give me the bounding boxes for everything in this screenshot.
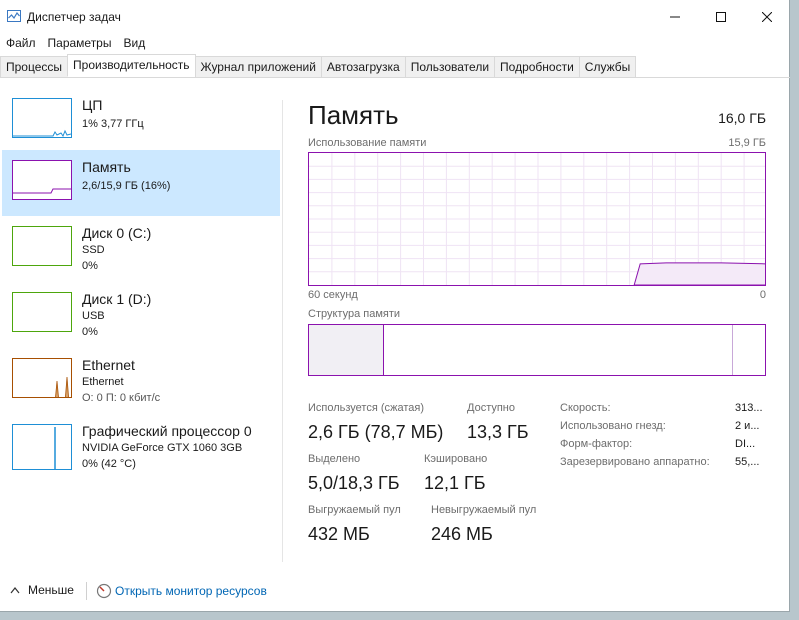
nonpaged-pool-value: 246 МБ	[431, 524, 493, 544]
open-resource-monitor-link[interactable]: Открыть монитор ресурсов	[96, 583, 267, 599]
fewer-details-label: Меньше	[28, 583, 74, 597]
memory-usage-graph	[308, 152, 766, 286]
cpu-sparkline	[13, 129, 71, 137]
panel-divider	[282, 100, 283, 562]
cached-value: 12,1 ГБ	[424, 473, 486, 493]
memory-thumbnail-graph	[12, 160, 72, 200]
tab-startup[interactable]: Автозагрузка	[320, 56, 406, 77]
close-icon	[762, 12, 772, 22]
memory-composition-bar	[308, 324, 766, 376]
task-manager-window: Диспетчер задач Файл Параметры Вид Проце…	[0, 0, 790, 612]
graph-time-start: 60 секунд	[308, 289, 358, 301]
in-use-label: Используется (сжатая)	[308, 402, 425, 414]
gpu-thumbnail-graph	[12, 424, 72, 470]
speed-value: 313...	[735, 402, 763, 414]
nonpaged-pool-label: Невыгружаемый пул	[431, 504, 537, 516]
graph-time-end: 0	[759, 289, 766, 301]
disk-1-thumbnail-graph	[12, 292, 72, 332]
sidebar-item-detail: NVIDIA GeForce GTX 1060 3GB	[82, 442, 243, 454]
sidebar-item-memory[interactable]: Память 2,6/15,9 ГБ (16%)	[2, 150, 280, 216]
hardware-reserved-value: 55,...	[735, 456, 760, 468]
open-resource-monitor-label: Открыть монитор ресурсов	[115, 584, 267, 598]
cached-label: Кэшировано	[424, 453, 488, 465]
ethernet-thumbnail-graph	[12, 358, 72, 398]
form-factor-value: DI...	[735, 438, 756, 450]
hardware-reserved-label: Зарезервировано аппаратно:	[560, 456, 710, 468]
slots-used-label: Использовано гнезд:	[560, 420, 666, 432]
sidebar-item-detail: USB	[82, 310, 105, 322]
tab-details[interactable]: Подробности	[494, 56, 580, 77]
sidebar-item-label: Графический процессор 0	[82, 423, 252, 439]
menu-bar: Файл Параметры Вид	[0, 34, 151, 54]
sidebar-item-detail: 0%	[82, 260, 98, 272]
gpu-sparkline	[54, 427, 56, 469]
sidebar-item-detail: 0%	[82, 326, 98, 338]
sidebar-item-detail: 1% 3,77 ГГц	[82, 118, 144, 130]
cpu-thumbnail-graph	[12, 98, 72, 138]
minimize-button[interactable]	[652, 0, 698, 34]
page-title: Память	[308, 100, 399, 130]
disk-0-thumbnail-graph	[12, 226, 72, 266]
menu-file[interactable]: Файл	[0, 34, 42, 54]
resource-monitor-icon	[96, 583, 112, 599]
sidebar-item-disk-1[interactable]: Диск 1 (D:) USB 0%	[2, 282, 280, 348]
tab-services[interactable]: Службы	[578, 56, 637, 77]
sidebar-item-cpu[interactable]: ЦП 1% 3,77 ГГц	[2, 88, 280, 154]
committed-value: 5,0/18,3 ГБ	[308, 473, 400, 493]
sidebar-item-detail: Ethernet	[82, 376, 124, 388]
sidebar-item-detail: 2,6/15,9 ГБ (16%)	[82, 180, 171, 192]
memory-composition-label: Структура памяти	[308, 308, 401, 320]
paged-pool-label: Выгружаемый пул	[308, 504, 401, 516]
paged-pool-value: 432 МБ	[308, 524, 370, 544]
task-manager-icon	[7, 10, 21, 22]
tab-app-history[interactable]: Журнал приложений	[194, 56, 322, 77]
footer-divider	[86, 582, 87, 600]
title-bar: Диспетчер задач	[0, 0, 790, 34]
composition-free-divider	[732, 325, 733, 375]
maximize-button[interactable]	[698, 0, 744, 34]
in-use-value: 2,6 ГБ (78,7 МБ)	[308, 422, 444, 442]
sidebar-item-label: ЦП	[82, 97, 103, 113]
usage-graph-max: 15,9 ГБ	[728, 137, 766, 149]
sidebar-item-label: Память	[82, 159, 131, 175]
chevron-up-icon	[10, 587, 20, 594]
footer-bar: Меньше Открыть монитор ресурсов	[0, 578, 790, 602]
sidebar-item-label: Диск 1 (D:)	[82, 291, 152, 307]
minimize-icon	[670, 16, 680, 18]
form-factor-label: Форм-фактор:	[560, 438, 633, 450]
close-button[interactable]	[744, 0, 790, 34]
memory-usage-area	[633, 262, 765, 285]
menu-options[interactable]: Параметры	[42, 34, 118, 54]
usage-graph-label: Использование памяти	[308, 137, 427, 149]
sidebar-item-detail: 0% (42 °C)	[82, 458, 136, 470]
available-value: 13,3 ГБ	[467, 422, 529, 442]
committed-label: Выделено	[308, 453, 361, 465]
sidebar-item-detail: SSD	[82, 244, 105, 256]
menu-view[interactable]: Вид	[117, 34, 151, 54]
sidebar-item-detail: О: 0 П: 0 кбит/с	[82, 392, 161, 404]
tab-processes[interactable]: Процессы	[0, 56, 69, 77]
sidebar-item-disk-0[interactable]: Диск 0 (C:) SSD 0%	[2, 216, 280, 282]
sidebar-item-label: Ethernet	[82, 357, 135, 373]
sidebar-item-ethernet[interactable]: Ethernet Ethernet О: 0 П: 0 кбит/с	[2, 348, 280, 414]
resource-sidebar: ЦП 1% 3,77 ГГц Память 2,6/15,9 ГБ (16%) …	[0, 88, 280, 484]
maximize-icon	[716, 12, 726, 22]
tab-performance[interactable]: Производительность	[67, 54, 196, 77]
memory-total: 16,0 ГБ	[718, 110, 766, 126]
memory-sparkline	[13, 188, 71, 194]
slots-used-value: 2 и...	[735, 420, 760, 432]
memory-usage-plot	[309, 153, 765, 285]
composition-in-use	[309, 325, 384, 375]
window-title: Диспетчер задач	[27, 10, 121, 24]
fewer-details-button[interactable]: Меньше	[10, 583, 74, 597]
ethernet-sparkline	[55, 376, 69, 397]
sidebar-item-gpu[interactable]: Графический процессор 0 NVIDIA GeForce G…	[2, 414, 280, 480]
sidebar-item-label: Диск 0 (C:)	[82, 225, 152, 241]
available-label: Доступно	[467, 402, 516, 414]
tab-strip: Процессы Производительность Журнал прило…	[0, 54, 790, 78]
speed-label: Скорость:	[560, 402, 611, 414]
tab-users[interactable]: Пользователи	[404, 56, 496, 77]
